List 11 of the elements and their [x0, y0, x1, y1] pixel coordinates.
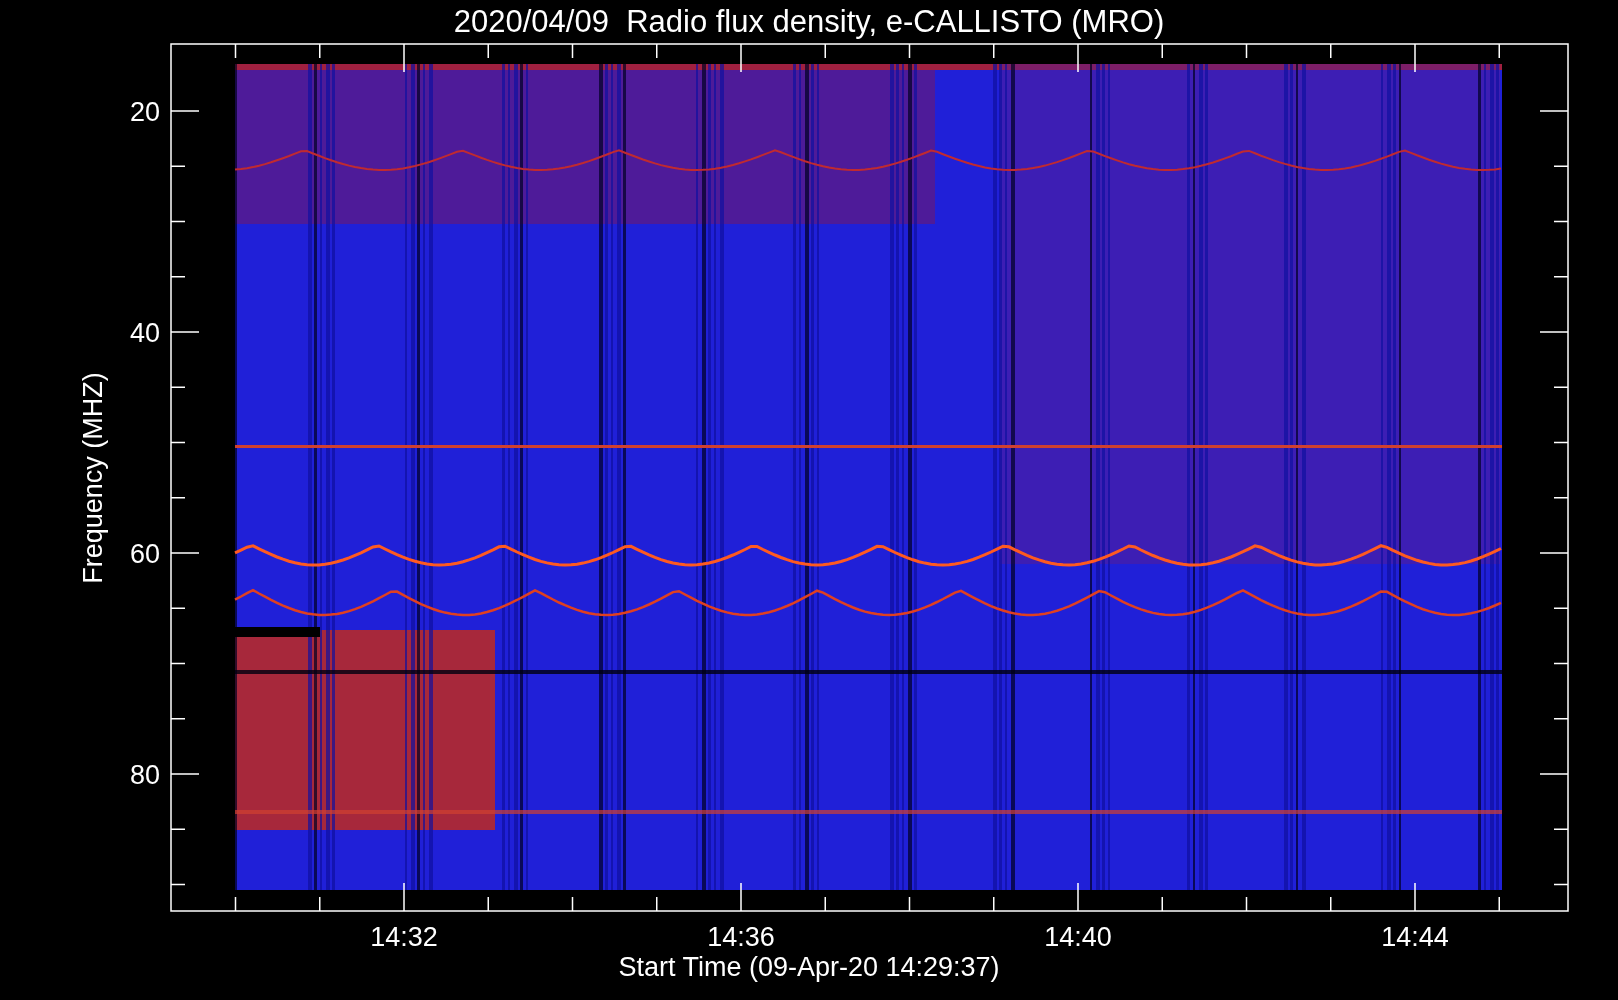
x-axis-label: Start Time (09-Apr-20 14:29:37) [618, 952, 1000, 982]
y-tick-label: 40 [129, 318, 160, 348]
x-tick-label: 14:40 [1044, 922, 1112, 952]
chart-title: 2020/04/09 Radio flux density, e-CALLISTO (MRO) [453, 4, 1165, 39]
y-axis-label: Frequency (MHZ) [78, 372, 108, 584]
y-tick-label: 80 [129, 760, 160, 790]
y-tick-label: 20 [129, 97, 160, 127]
x-tick-label: 14:44 [1381, 922, 1449, 952]
x-tick-label: 14:32 [370, 922, 438, 952]
x-tick-label: 14:36 [707, 922, 775, 952]
y-tick-label: 60 [129, 539, 160, 569]
